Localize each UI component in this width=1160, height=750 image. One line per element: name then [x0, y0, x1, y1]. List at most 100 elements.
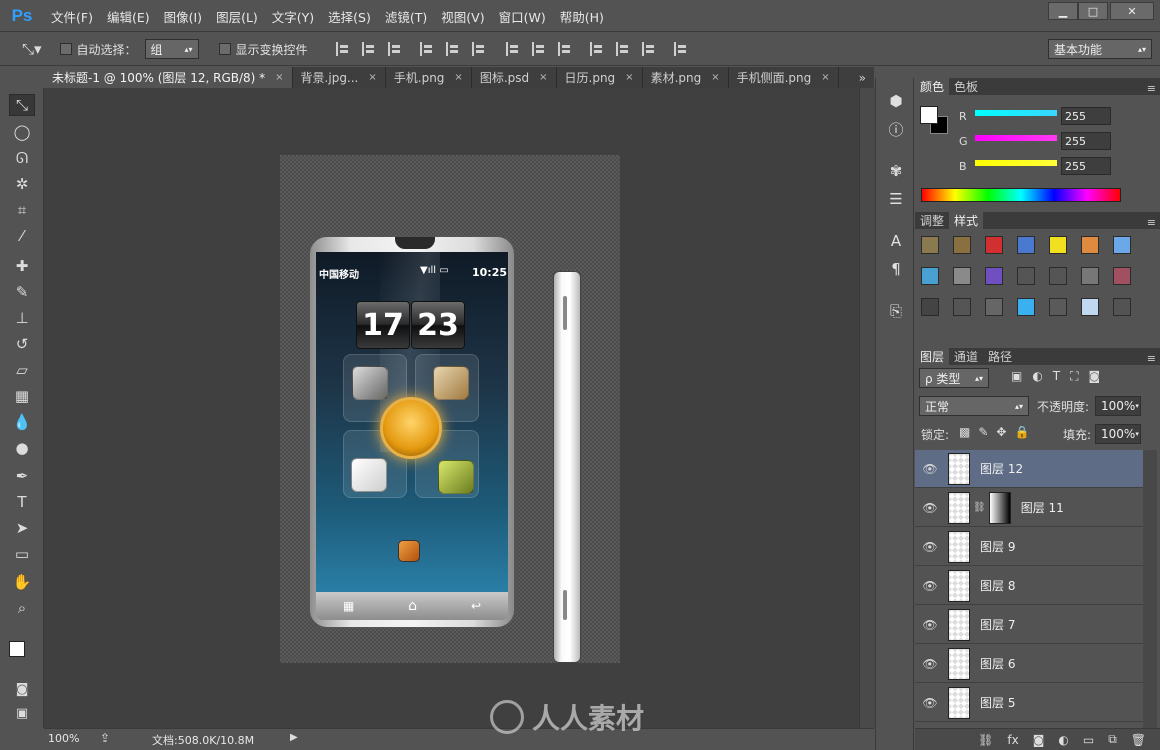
style-swatch[interactable]: [921, 267, 939, 285]
style-swatch[interactable]: [1049, 298, 1067, 316]
style-swatch[interactable]: [1081, 267, 1099, 285]
channel-g-value[interactable]: 255: [1061, 132, 1111, 150]
channel-r-slider[interactable]: [975, 110, 1057, 116]
tab-close-icon[interactable]: ×: [625, 72, 633, 83]
style-swatch[interactable]: [953, 236, 971, 254]
tab-untitled[interactable]: 未标题-1 @ 100% (图层 12, RGB/8) * ×: [44, 67, 293, 88]
style-swatch[interactable]: [1113, 298, 1131, 316]
style-swatch[interactable]: [1017, 298, 1035, 316]
opacity-field[interactable]: 100% ▾: [1095, 396, 1141, 416]
move-tool-icon[interactable]: ⤡▾: [22, 40, 42, 58]
menu-layer[interactable]: 图层(L): [209, 7, 265, 26]
add-mask-icon[interactable]: ◙: [1033, 733, 1045, 747]
path-select-icon[interactable]: ➤: [9, 517, 35, 539]
style-swatch[interactable]: [1017, 267, 1035, 285]
layer-row[interactable]: 👁 图层 9: [915, 528, 1143, 566]
fill-field[interactable]: 100% ▾: [1095, 424, 1141, 444]
menu-help[interactable]: 帮助(H): [553, 7, 611, 26]
style-swatch[interactable]: [985, 298, 1003, 316]
style-swatch[interactable]: [1081, 236, 1099, 254]
lasso-tool-icon[interactable]: ᘏ: [9, 147, 35, 169]
gradient-icon[interactable]: ▦: [9, 385, 35, 407]
visibility-eye-icon[interactable]: 👁: [915, 501, 945, 515]
style-swatch[interactable]: [921, 236, 939, 254]
eyedropper-icon[interactable]: ⁄: [9, 225, 35, 247]
tab-close-icon[interactable]: ×: [368, 72, 376, 83]
tab-icons[interactable]: 图标.psd ×: [472, 67, 557, 88]
distribute-right-icon[interactable]: [641, 42, 656, 56]
tab-phone[interactable]: 手机.png ×: [386, 67, 472, 88]
layer-row[interactable]: 👁 图层 12: [915, 450, 1143, 488]
auto-select-checkbox[interactable]: [59, 43, 72, 55]
tab-phone-side[interactable]: 手机侧面.png ×: [729, 67, 839, 88]
tab-paths[interactable]: 路径: [983, 348, 1017, 365]
history-icon[interactable]: ⎘: [885, 300, 907, 322]
auto-select-dropdown[interactable]: 组 ▴▾: [144, 39, 199, 59]
layer-row[interactable]: 👁 图层 8: [915, 567, 1143, 605]
menu-file[interactable]: 文件(F): [44, 7, 100, 26]
align-left-icon[interactable]: [419, 42, 434, 56]
panel-menu-icon[interactable]: ≡: [1147, 216, 1160, 229]
blur-tool-icon[interactable]: 💧: [9, 411, 35, 433]
shape-tool-icon[interactable]: ▭: [9, 543, 35, 565]
close-button[interactable]: ✕: [1110, 2, 1154, 20]
tab-background[interactable]: 背景.jpg... ×: [293, 67, 386, 88]
menu-edit[interactable]: 编辑(E): [100, 7, 157, 26]
distribute-hcenter-icon[interactable]: [615, 42, 630, 56]
lock-icons[interactable]: ▩✎✥🔒: [959, 425, 1037, 439]
align-hcenter-icon[interactable]: [445, 42, 460, 56]
tab-material[interactable]: 素材.png ×: [643, 67, 729, 88]
tab-color[interactable]: 颜色: [915, 78, 950, 95]
style-swatch[interactable]: [985, 267, 1003, 285]
tab-close-icon[interactable]: ×: [454, 72, 462, 83]
menu-filter[interactable]: 滤镜(T): [378, 7, 434, 26]
magic-wand-icon[interactable]: ✲: [9, 173, 35, 195]
properties-icon[interactable]: ☰: [885, 188, 907, 210]
visibility-eye-icon[interactable]: 👁: [915, 462, 945, 476]
tabs-overflow-button[interactable]: »: [851, 67, 874, 88]
style-swatch[interactable]: [921, 298, 939, 316]
link-layers-icon[interactable]: ⛓: [978, 733, 993, 747]
panel-menu-icon[interactable]: ≡: [1147, 82, 1160, 95]
layers-scrollbar[interactable]: [1143, 450, 1157, 728]
style-swatch[interactable]: [985, 236, 1003, 254]
show-transform-checkbox[interactable]: [218, 43, 231, 55]
align-bottom-icon[interactable]: [387, 42, 402, 56]
eraser-icon[interactable]: ▱: [9, 359, 35, 381]
layer-filter-icons[interactable]: ▣◐T⛶◙: [1011, 369, 1110, 384]
crop-tool-icon[interactable]: ⌗: [9, 199, 35, 221]
auto-align-icon[interactable]: [673, 42, 688, 56]
menu-select[interactable]: 选择(S): [321, 7, 378, 26]
tab-close-icon[interactable]: ×: [539, 72, 547, 83]
delete-layer-icon[interactable]: 🗑: [1131, 733, 1146, 747]
fx-icon[interactable]: fx: [1007, 733, 1018, 747]
brush-presets-icon[interactable]: ✾: [885, 160, 907, 182]
healing-brush-icon[interactable]: ✚: [9, 255, 35, 277]
distribute-top-icon[interactable]: [505, 42, 520, 56]
brush-tool-icon[interactable]: ✎: [9, 281, 35, 303]
tab-styles[interactable]: 样式: [949, 212, 984, 229]
style-swatch[interactable]: [953, 298, 971, 316]
align-vcenter-icon[interactable]: [361, 42, 376, 56]
tab-layers[interactable]: 图层: [915, 348, 950, 365]
tab-close-icon[interactable]: ×: [275, 72, 283, 83]
move-tool-icon[interactable]: ⤡: [9, 94, 35, 116]
paragraph-icon[interactable]: ¶: [885, 258, 907, 280]
tab-adjustments[interactable]: 调整: [915, 212, 949, 229]
menu-type[interactable]: 文字(Y): [265, 7, 321, 26]
layer-row[interactable]: 👁 图层 7: [915, 606, 1143, 644]
layer-filter-dropdown[interactable]: ρ 类型 ▴▾: [919, 368, 989, 388]
screen-mode-icon[interactable]: ▣: [9, 702, 35, 724]
info-icon[interactable]: ⓘ: [885, 118, 907, 140]
status-share-icon[interactable]: ⇪: [100, 731, 110, 745]
new-group-icon[interactable]: ▭: [1083, 733, 1094, 747]
clone-stamp-icon[interactable]: ⊥: [9, 307, 35, 329]
channel-g-slider[interactable]: [975, 135, 1057, 141]
color-spectrum[interactable]: [921, 188, 1121, 202]
channel-b-slider[interactable]: [975, 160, 1057, 166]
dodge-tool-icon[interactable]: ●: [9, 437, 35, 459]
visibility-eye-icon[interactable]: 👁: [915, 618, 945, 632]
layer-row[interactable]: 👁 ⛓ 图层 11: [915, 489, 1143, 527]
style-swatch[interactable]: [1017, 236, 1035, 254]
style-swatch[interactable]: [1081, 298, 1099, 316]
